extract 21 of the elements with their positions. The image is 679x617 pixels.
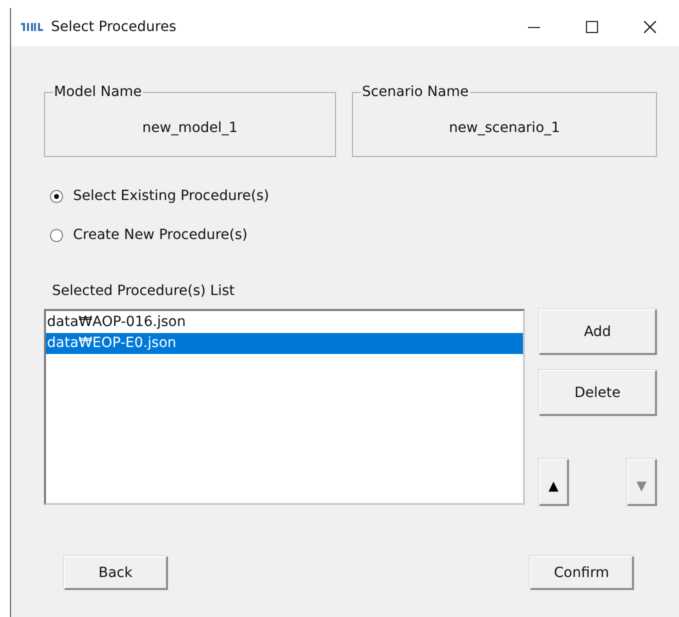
- radio-option[interactable]: Select Existing Procedure(s): [50, 187, 657, 205]
- list-item[interactable]: data₩AOP-016.json: [46, 312, 523, 333]
- list-label: Selected Procedure(s) List: [52, 282, 236, 300]
- close-icon: [644, 21, 656, 33]
- radio-button[interactable]: [50, 228, 63, 242]
- footer-button[interactable]: Confirm: [530, 556, 634, 590]
- action-button[interactable]: Add: [539, 309, 657, 355]
- radio-option[interactable]: Create New Procedure(s): [50, 226, 657, 244]
- radio-button[interactable]: [50, 190, 63, 202]
- name-value: new_model_1: [142, 118, 238, 136]
- procedure-list[interactable]: data₩AOP-016.json data₩EOP-E0.json: [44, 309, 525, 505]
- window-title: Select Procedures: [51, 19, 176, 35]
- maximize-icon: [586, 21, 598, 33]
- radio-label: Create New Procedure(s): [73, 226, 248, 244]
- radio-label: Select Existing Procedure(s): [73, 187, 270, 205]
- action-button[interactable]: Delete: [539, 370, 657, 416]
- list-item[interactable]: data₩EOP-E0.json: [46, 333, 523, 354]
- name-value: new_scenario_1: [448, 118, 560, 136]
- move-button[interactable]: ▲: [539, 459, 569, 506]
- footer-button[interactable]: Back: [64, 556, 168, 590]
- app-logo-icon: [21, 21, 43, 33]
